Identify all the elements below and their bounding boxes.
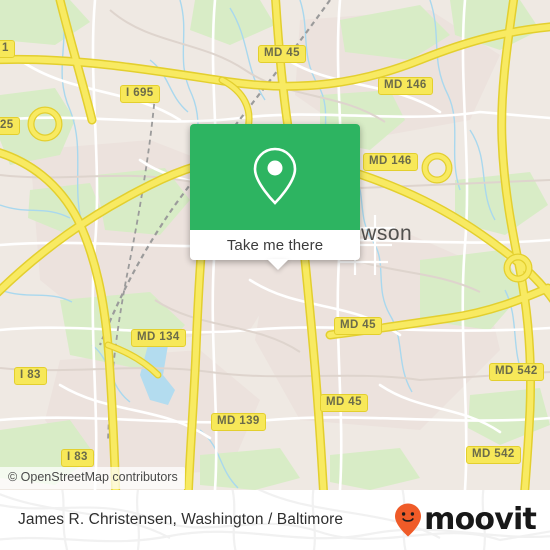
road-shield: 1 xyxy=(0,40,15,58)
location-callout[interactable]: Take me there xyxy=(190,124,360,270)
footer-bar: James R. Christensen, Washington / Balti… xyxy=(0,490,550,550)
road-shield: MD 45 xyxy=(258,45,306,63)
road-shield: MD 45 xyxy=(320,394,368,412)
road-shield: MD 542 xyxy=(466,446,521,464)
road-shield: MD 134 xyxy=(131,329,186,347)
callout-action-bar[interactable]: Take me there xyxy=(190,230,360,260)
road-shield: MD 146 xyxy=(363,153,418,171)
osm-attribution[interactable]: © OpenStreetMap contributors xyxy=(0,467,185,489)
callout-tail xyxy=(267,259,289,270)
moovit-smiley-pin-icon xyxy=(395,503,422,537)
road-shield: I 83 xyxy=(61,449,94,467)
road-shield: MD 542 xyxy=(489,363,544,381)
callout-pin-panel xyxy=(190,124,360,230)
road-shield: I 83 xyxy=(14,367,47,385)
moovit-brand[interactable]: moovit xyxy=(393,490,537,550)
take-me-there-label: Take me there xyxy=(226,236,324,254)
map-pin-icon xyxy=(253,147,297,205)
road-shield: MD 146 xyxy=(378,77,433,95)
road-shield: I 695 xyxy=(120,85,160,103)
road-shield: MD 139 xyxy=(211,413,266,431)
moovit-map-screenshot: 1 I 695 MD 45 MD 146 25 MD 146 MD 134 MD 45 I 83… xyxy=(0,0,550,550)
road-shield: MD 45 xyxy=(334,317,382,335)
moovit-wordmark: moovit xyxy=(424,502,537,537)
map-canvas[interactable]: 1 I 695 MD 45 MD 146 25 MD 146 MD 134 MD 45 I 83… xyxy=(0,0,550,490)
location-title: James R. Christensen, Washington / Balti… xyxy=(18,511,344,528)
road-shield: 25 xyxy=(0,117,20,135)
